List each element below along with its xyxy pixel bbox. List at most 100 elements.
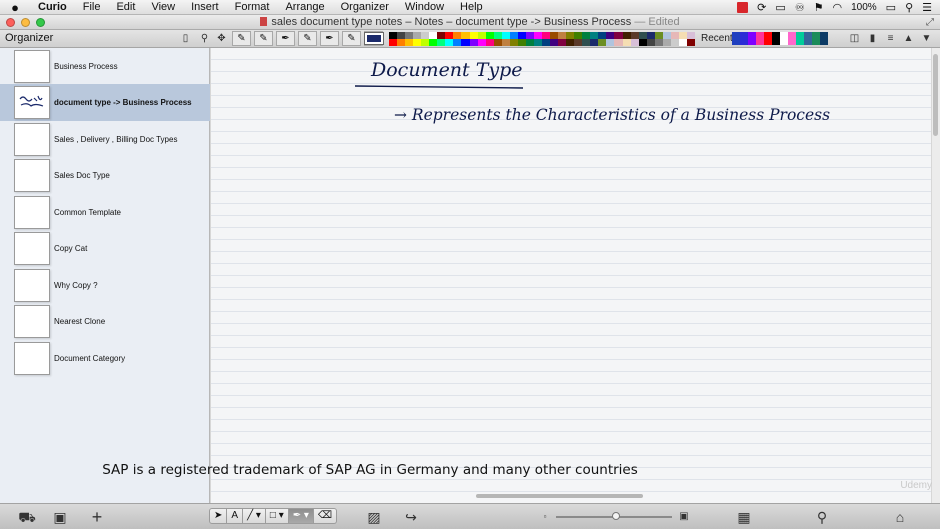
sidebar-item-sales-doc-type[interactable]: Sales Doc Type [0,157,210,194]
menu-format[interactable]: Format [227,0,278,15]
palette-swatch[interactable] [614,32,623,39]
palette-swatch[interactable] [469,39,478,46]
menu-window[interactable]: Window [397,0,452,15]
menu-insert[interactable]: Insert [183,0,227,15]
recent-color-swatch[interactable] [732,32,740,45]
palette-swatch[interactable] [550,39,559,46]
organizer-toggle-icon[interactable]: ▯ [178,31,193,46]
pen-6-icon[interactable]: ✎ [342,31,361,46]
sidebar-item-common-template[interactable]: Common Template [0,194,210,231]
palette-swatch[interactable] [541,32,551,39]
palette-swatch[interactable] [574,39,583,46]
sidebar-item-document-category[interactable]: Document Category [0,340,210,377]
add-item-icon[interactable]: + [88,508,106,526]
palette-swatch[interactable] [429,39,438,46]
palette-swatch[interactable] [622,32,631,39]
library-icon[interactable]: ⌂ [890,509,910,525]
search-icon[interactable]: ⚲ [812,509,832,525]
palette-swatch[interactable] [445,32,454,39]
palette-swatch[interactable] [493,39,502,46]
briefcase-icon[interactable]: ⛟ [18,509,36,525]
palette-swatch[interactable] [509,39,518,46]
palette-swatch[interactable] [614,39,623,46]
app-status-icon[interactable] [737,2,749,13]
spotlight-search-icon[interactable]: ⚲ [905,1,913,14]
current-ink-color-swatch[interactable] [364,32,384,45]
palette-swatch[interactable] [397,39,406,46]
binoculars-icon[interactable]: ♾ [795,1,805,14]
palette-swatch[interactable] [445,39,454,46]
recent-colors[interactable] [732,32,828,45]
sidebar-toggle-icon[interactable]: ▣ [52,509,68,525]
palette-swatch[interactable] [461,32,470,39]
select-tool-icon[interactable]: ✥ [214,31,229,46]
note-canvas[interactable]: Document Type → Represents the Character… [211,48,931,503]
palette-swatch[interactable] [389,39,398,46]
palette-swatch[interactable] [533,39,542,46]
pen-2-icon[interactable]: ✎ [254,31,273,46]
recent-color-swatch[interactable] [748,32,756,45]
palette-swatch[interactable] [525,32,534,39]
palette-swatch[interactable] [493,32,502,39]
palette-swatch[interactable] [421,32,430,39]
sidebar-item-nearest-clone[interactable]: Nearest Clone [0,303,210,340]
palette-swatch[interactable] [477,39,486,46]
line-tool-icon[interactable]: ╱ ▾ [243,508,266,524]
menu-file[interactable]: File [75,0,109,15]
arrow-down-icon[interactable]: ▼ [919,31,934,46]
pen-tool-icon[interactable]: ✒ ▾ [288,508,314,524]
recent-color-swatch[interactable] [788,32,796,45]
palette-swatch[interactable] [638,39,647,46]
palette-swatch[interactable] [686,39,695,46]
zoom-out-icon[interactable]: ▫ [540,509,550,525]
palette-swatch[interactable] [405,32,414,39]
palette-swatch[interactable] [598,39,607,46]
wifi-icon[interactable]: ◠ [832,1,842,14]
palette-swatch[interactable] [389,32,398,39]
menu-edit[interactable]: Edit [108,0,143,15]
recent-color-swatch[interactable] [740,32,748,45]
pen-5-icon[interactable]: ✒ [320,31,339,46]
menu-arrange[interactable]: Arrange [277,0,332,15]
sync-icon[interactable]: ⟳ [757,1,766,14]
sidebar-item-why-copy[interactable]: Why Copy ? [0,267,210,304]
sidebar-item-copy-cat[interactable]: Copy Cat [0,230,210,267]
share-icon[interactable]: ↪ [401,509,421,525]
palette-swatch[interactable] [397,32,406,39]
sidebar-item-business-process[interactable]: Business Process [0,48,210,85]
palette-swatch[interactable] [558,32,567,39]
palette-swatch[interactable] [558,39,567,46]
palette-swatch[interactable] [606,39,615,46]
pen-4-icon[interactable]: ✎ [298,31,317,46]
apple-menu-icon[interactable]: ● [0,0,30,15]
palette-swatch[interactable] [670,39,679,46]
pen-1-icon[interactable]: ✎ [232,31,251,46]
palette-swatch[interactable] [501,39,510,46]
palette-swatch[interactable] [485,32,494,39]
recent-color-swatch[interactable] [796,32,804,45]
eraser-tool-icon[interactable]: ⌫ [313,508,338,524]
menu-organizer[interactable]: Organizer [333,0,397,15]
palette-swatch[interactable] [405,39,414,46]
text-tool-icon[interactable]: A [227,508,244,524]
palette-swatch[interactable] [477,32,486,39]
zoom-slider[interactable] [556,512,672,520]
palette-swatch[interactable] [437,32,446,39]
palette-swatch[interactable] [630,39,639,46]
zoom-in-icon[interactable]: ▣ [678,509,690,525]
menu-help[interactable]: Help [452,0,491,15]
notification-list-icon[interactable]: ☰ [922,1,932,14]
split-view-icon[interactable]: ◫ [847,31,862,46]
pointer-tool-icon[interactable]: ➤ [209,508,228,524]
pen-3-icon[interactable]: ✒ [276,31,295,46]
organizer-search-icon[interactable]: ⚲ [197,31,212,46]
palette-swatch[interactable] [461,39,470,46]
palette-swatch[interactable] [453,39,462,46]
palette-swatch[interactable] [517,39,526,46]
vertical-scroll-knob[interactable] [933,54,938,136]
palette-swatch[interactable] [566,39,575,46]
fullscreen-icon[interactable]: ⤢ [926,17,934,28]
palette-swatch[interactable] [646,32,655,39]
recent-color-swatch[interactable] [804,32,812,45]
palette-swatch[interactable] [630,32,639,39]
